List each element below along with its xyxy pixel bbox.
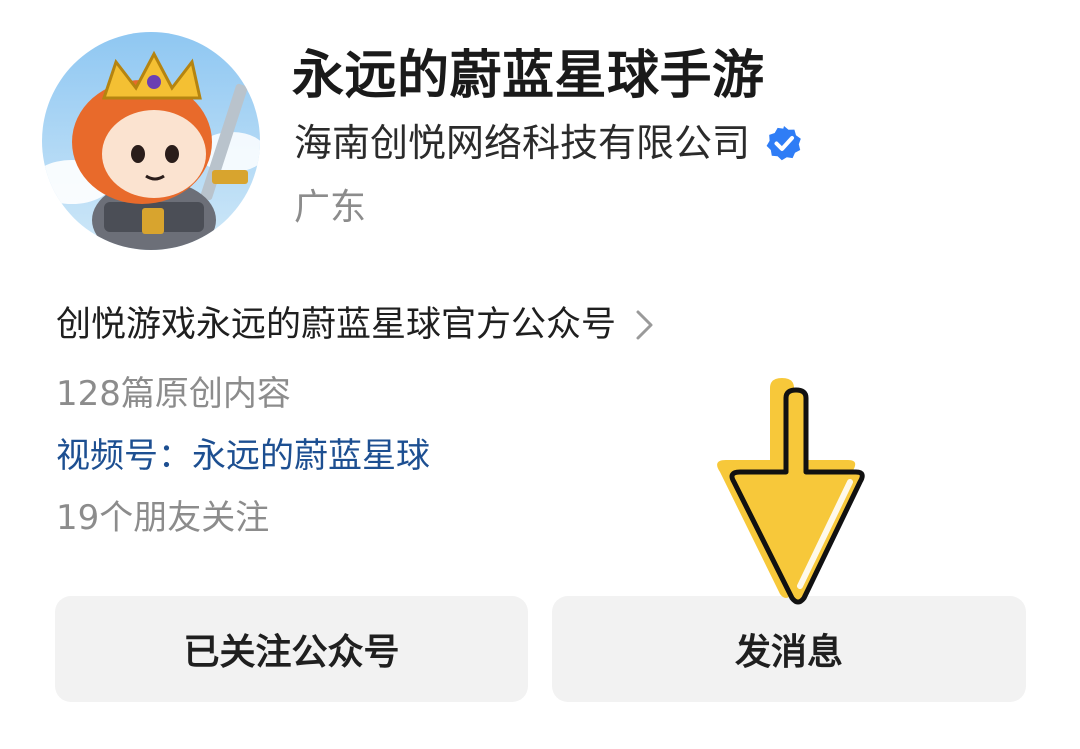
account-intro: 创悦游戏永远的蔚蓝星球官方公众号 xyxy=(56,305,617,345)
avatar[interactable] xyxy=(42,32,260,250)
followed-account-button[interactable]: 已关注公众号 xyxy=(55,596,528,702)
location-label: 广东 xyxy=(294,187,367,228)
verified-badge-icon xyxy=(764,123,804,163)
chevron-right-icon xyxy=(634,308,656,342)
video-channel-link[interactable]: 视频号：永远的蔚蓝星球 xyxy=(56,430,430,482)
original-article-count: 128篇原创内容 xyxy=(56,374,291,414)
down-arrow-icon xyxy=(700,372,900,608)
account-intro-row[interactable]: 创悦游戏永远的蔚蓝星球官方公众号 xyxy=(56,297,656,353)
friends-following-count: 19个朋友关注 xyxy=(56,498,270,538)
company-row[interactable]: 海南创悦网络科技有限公司 xyxy=(294,118,804,168)
game-mascot-avatar-image xyxy=(42,32,260,250)
send-message-button[interactable]: 发消息 xyxy=(552,596,1026,702)
company-name: 海南创悦网络科技有限公司 xyxy=(294,121,751,165)
account-name: 永远的蔚蓝星球手游 xyxy=(292,46,765,106)
